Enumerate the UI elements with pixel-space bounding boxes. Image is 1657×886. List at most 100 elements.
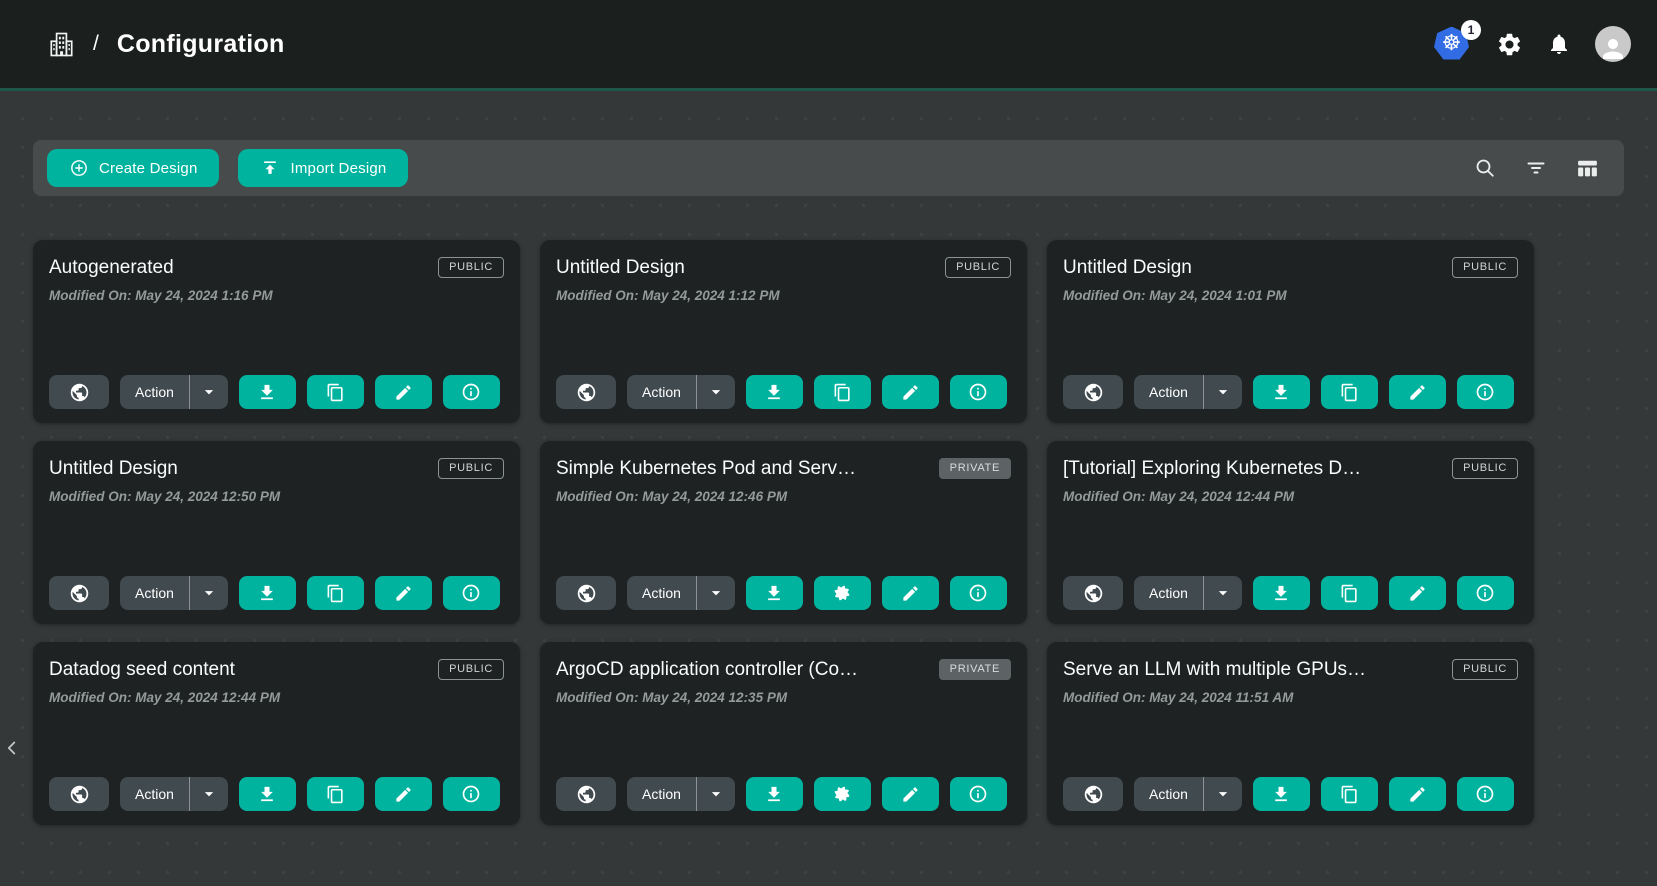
action-dropdown-toggle[interactable]	[696, 777, 735, 811]
visibility-badge: PUBLIC	[438, 257, 504, 278]
modified-date: Modified On: May 24, 2024 12:46 PM	[556, 489, 1011, 504]
action-dropdown-toggle[interactable]	[1203, 576, 1242, 610]
table-view-icon[interactable]	[1575, 156, 1600, 181]
edit-button[interactable]	[375, 375, 432, 409]
design-card: Untitled Design PUBLIC Modified On: May …	[540, 240, 1027, 423]
clone-button[interactable]	[1321, 777, 1378, 811]
globe-icon	[576, 784, 597, 805]
visibility-badge: PUBLIC	[945, 257, 1011, 278]
action-dropdown-toggle[interactable]	[189, 777, 228, 811]
info-button[interactable]	[950, 576, 1007, 610]
kubernetes-context-button[interactable]: ☸ 1	[1434, 27, 1472, 62]
clone-button[interactable]	[814, 375, 871, 409]
info-button[interactable]	[950, 777, 1007, 811]
info-button[interactable]	[1457, 576, 1514, 610]
publish-globe-button[interactable]	[556, 576, 616, 610]
edit-button[interactable]	[1389, 375, 1446, 409]
info-button[interactable]	[1457, 777, 1514, 811]
download-button[interactable]	[239, 576, 296, 610]
pencil-icon	[1408, 383, 1427, 402]
action-button[interactable]: Action	[1134, 777, 1203, 811]
download-button[interactable]	[746, 375, 803, 409]
action-split-button: Action	[627, 576, 735, 610]
action-split-button: Action	[120, 777, 228, 811]
clone-button[interactable]	[1321, 576, 1378, 610]
clone-button[interactable]	[307, 777, 364, 811]
edit-button[interactable]	[375, 777, 432, 811]
publish-globe-button[interactable]	[1063, 576, 1123, 610]
info-button[interactable]	[1457, 375, 1514, 409]
download-button[interactable]	[746, 576, 803, 610]
design-vortex-button[interactable]	[814, 777, 871, 811]
drawer-collapse-chevron[interactable]	[1, 737, 23, 764]
action-button[interactable]: Action	[627, 777, 696, 811]
chevron-down-icon	[706, 583, 726, 603]
action-button[interactable]: Action	[627, 375, 696, 409]
design-title: Datadog seed content	[49, 657, 235, 681]
action-dropdown-toggle[interactable]	[696, 576, 735, 610]
info-button[interactable]	[950, 375, 1007, 409]
pencil-icon	[901, 785, 920, 804]
pencil-icon	[394, 785, 413, 804]
chevron-down-icon	[199, 382, 219, 402]
pencil-icon	[394, 584, 413, 603]
edit-button[interactable]	[882, 777, 939, 811]
clone-button[interactable]	[307, 576, 364, 610]
action-button[interactable]: Action	[120, 576, 189, 610]
info-icon	[461, 382, 481, 402]
clone-button[interactable]	[1321, 375, 1378, 409]
search-icon[interactable]	[1473, 156, 1497, 180]
notifications-bell-icon[interactable]	[1547, 32, 1571, 56]
info-button[interactable]	[443, 375, 500, 409]
globe-icon	[69, 784, 90, 805]
publish-globe-button[interactable]	[49, 576, 109, 610]
publish-globe-button[interactable]	[49, 777, 109, 811]
edit-button[interactable]	[882, 576, 939, 610]
publish-globe-button[interactable]	[1063, 777, 1123, 811]
action-button[interactable]: Action	[627, 576, 696, 610]
action-dropdown-toggle[interactable]	[1203, 375, 1242, 409]
download-icon	[1271, 382, 1291, 402]
action-dropdown-toggle[interactable]	[189, 375, 228, 409]
design-vortex-button[interactable]	[814, 576, 871, 610]
design-title: Serve an LLM with multiple GPUs…	[1063, 657, 1366, 681]
action-button[interactable]: Action	[1134, 576, 1203, 610]
download-button[interactable]	[239, 777, 296, 811]
user-avatar[interactable]	[1595, 26, 1631, 62]
publish-globe-button[interactable]	[1063, 375, 1123, 409]
action-button[interactable]: Action	[120, 777, 189, 811]
download-button[interactable]	[1253, 777, 1310, 811]
edit-button[interactable]	[1389, 576, 1446, 610]
action-split-button: Action	[1134, 777, 1242, 811]
publish-globe-button[interactable]	[556, 375, 616, 409]
edit-button[interactable]	[1389, 777, 1446, 811]
edit-button[interactable]	[882, 375, 939, 409]
clone-button[interactable]	[307, 375, 364, 409]
action-split-button: Action	[627, 375, 735, 409]
action-split-button: Action	[1134, 375, 1242, 409]
download-button[interactable]	[746, 777, 803, 811]
action-button[interactable]: Action	[1134, 375, 1203, 409]
visibility-badge: PUBLIC	[1452, 257, 1518, 278]
edit-button[interactable]	[375, 576, 432, 610]
info-icon	[968, 382, 988, 402]
info-button[interactable]	[443, 576, 500, 610]
action-dropdown-toggle[interactable]	[696, 375, 735, 409]
download-icon	[257, 784, 277, 804]
download-button[interactable]	[1253, 576, 1310, 610]
import-design-button[interactable]: Import Design	[238, 149, 408, 187]
info-button[interactable]	[443, 777, 500, 811]
organization-building-icon[interactable]	[46, 28, 77, 61]
publish-globe-button[interactable]	[556, 777, 616, 811]
filter-icon[interactable]	[1524, 156, 1548, 180]
kubernetes-context-count-badge: 1	[1461, 20, 1481, 40]
create-design-button[interactable]: Create Design	[47, 149, 219, 187]
action-button[interactable]: Action	[120, 375, 189, 409]
settings-gear-icon[interactable]	[1496, 31, 1523, 58]
action-dropdown-toggle[interactable]	[189, 576, 228, 610]
download-button[interactable]	[1253, 375, 1310, 409]
info-icon	[1475, 784, 1495, 804]
action-dropdown-toggle[interactable]	[1203, 777, 1242, 811]
publish-globe-button[interactable]	[49, 375, 109, 409]
download-button[interactable]	[239, 375, 296, 409]
